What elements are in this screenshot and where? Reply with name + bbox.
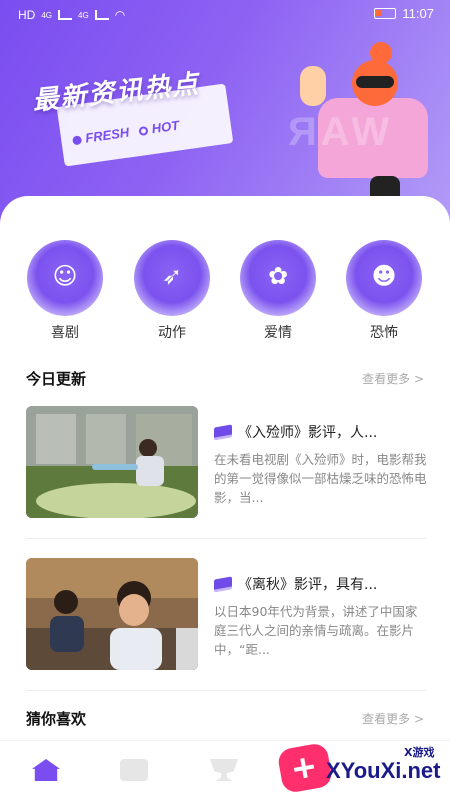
category-action[interactable]: ➶ 动作: [132, 240, 212, 342]
gamepad-logo-icon: [276, 741, 334, 795]
article-thumbnail: [26, 406, 198, 518]
category-horror[interactable]: ☻ 恐怖: [344, 240, 424, 342]
signal-icon-2: [94, 10, 109, 20]
network-4g-label-2: 4G: [78, 10, 89, 20]
wifi-icon: ◠: [114, 8, 126, 22]
articles-tab[interactable]: [114, 759, 154, 787]
network-4g-label: 4G: [41, 10, 53, 20]
book-icon: [214, 575, 232, 593]
hd-indicator: HD: [18, 8, 36, 22]
category-row: ☺ 喜剧 ➶ 动作 ✿ 爱情 ☻ 恐怖: [0, 240, 450, 342]
radio-filled-icon: [72, 135, 83, 146]
category-label: 喜剧: [51, 325, 79, 341]
ranking-tab[interactable]: [204, 759, 244, 787]
book-icon: [214, 423, 232, 441]
divider: [26, 538, 426, 539]
category-label: 爱情: [264, 325, 292, 341]
content-card: ☺ 喜剧 ➶ 动作 ✿ 爱情 ☻ 恐怖 今日更新 查看更多 > 《入殓师》影评，…: [0, 196, 450, 800]
article-title: 《入殓师》影评，人...: [214, 422, 377, 442]
hero-ghost-text: ЯAW: [288, 110, 394, 154]
heart-flower-icon: ✿: [267, 262, 289, 290]
signal-icon: [58, 10, 73, 20]
devil-face-icon: ☻: [371, 262, 397, 290]
list-item[interactable]: 《离秋》影评，具有... 以日本90年代为背景，讲述了中国家庭三代人之间的亲情与…: [26, 558, 426, 670]
category-label: 动作: [158, 325, 186, 341]
see-more-link[interactable]: 查看更多 >: [362, 370, 424, 387]
article-title: 《离秋》影评，具有...: [214, 574, 377, 594]
category-comedy[interactable]: ☺ 喜剧: [25, 240, 105, 342]
radio-empty-icon: [138, 125, 149, 137]
section-title: 猜你喜欢: [26, 710, 87, 728]
home-icon: [32, 759, 60, 781]
home-tab[interactable]: [26, 759, 66, 787]
article-desc: 在未看电视剧《入殓师》时，电影帮我的第一觉得像似一部枯燥乏味的恐怖电影，当...: [214, 452, 427, 505]
today-section-header: 今日更新 查看更多 >: [0, 368, 450, 392]
clock: 11:07: [402, 6, 434, 21]
guess-section-header: 猜你喜欢 查看更多 >: [0, 708, 450, 732]
category-label: 恐怖: [370, 325, 398, 341]
section-title: 今日更新: [26, 370, 87, 388]
trophy-icon: [210, 759, 238, 781]
site-watermark: XYouXi.net X游戏: [276, 741, 446, 798]
article-title-text: 《离秋》影评，具有...: [238, 577, 378, 593]
article-title-text: 《入殓师》影评，人...: [238, 425, 378, 441]
article-thumbnail: [26, 558, 198, 670]
document-icon: [120, 759, 148, 781]
watermark-brand: XYouXi.net: [326, 758, 441, 783]
list-item[interactable]: 《入殓师》影评，人... 在未看电视剧《入殓师》时，电影帮我的第一觉得像似一部枯…: [26, 406, 427, 518]
category-romance[interactable]: ✿ 爱情: [238, 240, 318, 342]
battery-icon: [374, 8, 397, 19]
article-desc: 以日本90年代为背景，讲述了中国家庭三代人之间的亲情与疏离。在影片中，“距...: [214, 604, 418, 657]
see-more-link[interactable]: 查看更多 >: [362, 710, 424, 727]
smile-face-icon: ☺: [52, 262, 78, 290]
status-bar: HD 4G 4G ◠ 11:07: [0, 0, 450, 30]
running-figure-icon: ➶: [161, 262, 183, 290]
watermark-sub: X游戏: [404, 746, 435, 759]
divider: [26, 690, 426, 691]
